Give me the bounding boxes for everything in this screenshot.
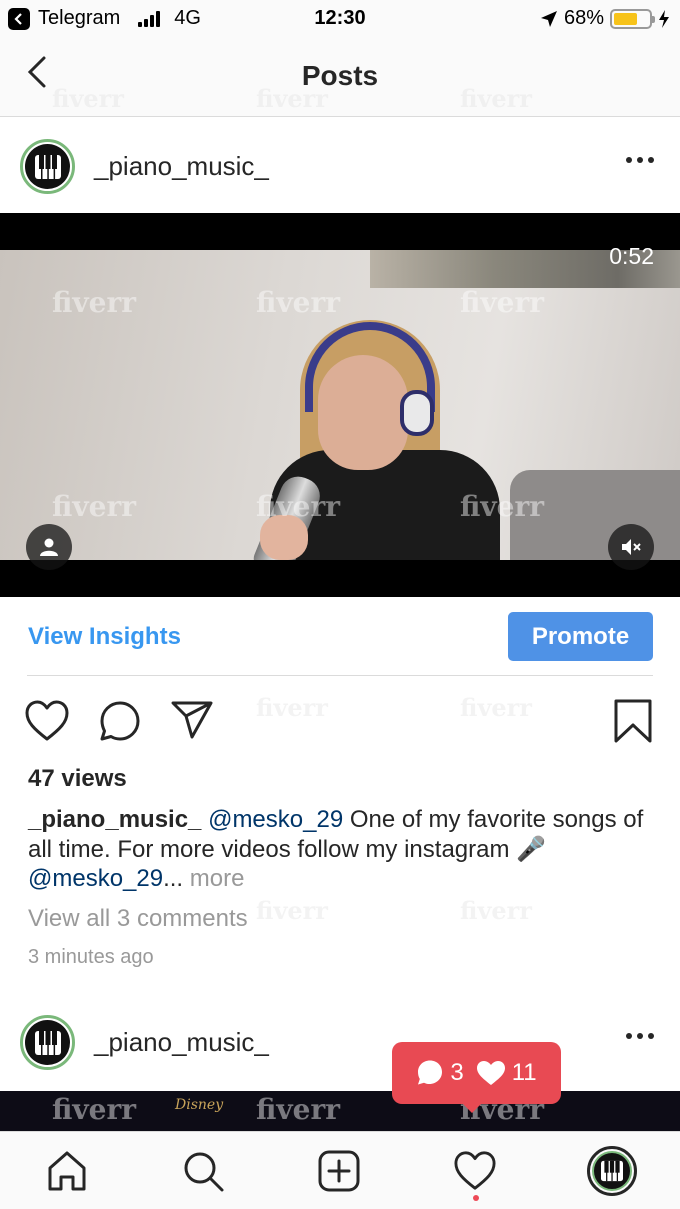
battery-fill <box>614 12 638 25</box>
notif-like-count: 11 <box>511 1059 537 1086</box>
watermark: fiverr <box>52 1093 136 1126</box>
activity-notification[interactable]: 3 11 <box>392 1042 561 1113</box>
post-timestamp: 3 minutes ago <box>28 946 154 968</box>
watermark: fiverr <box>256 896 328 925</box>
new-post-icon[interactable] <box>316 1148 362 1194</box>
profile-avatar-icon[interactable] <box>587 1146 637 1196</box>
heart-icon[interactable] <box>24 699 70 743</box>
watermark: fiverr <box>460 896 532 925</box>
watermark: fiverr <box>256 1093 340 1126</box>
watermark: fiverr <box>52 490 136 523</box>
comment-icon <box>418 1060 443 1085</box>
caption-ellipsis: ... <box>163 865 184 892</box>
comment-icon[interactable] <box>98 700 142 744</box>
more-dots-icon[interactable] <box>626 1033 654 1039</box>
status-right: 68% <box>540 7 670 30</box>
notif-likes: 11 <box>476 1059 537 1087</box>
view-count: 47 views <box>28 765 127 792</box>
post-username[interactable]: _piano_music_ <box>94 151 269 182</box>
activity-heart-icon[interactable] <box>452 1148 498 1194</box>
post-header: _piano_music_ <box>0 993 680 1091</box>
search-icon[interactable] <box>180 1148 226 1194</box>
video-frame: fiverr fiverr fiverr fiverr fiverr fiver… <box>0 250 680 560</box>
notif-comments: 3 <box>416 1059 464 1087</box>
divider <box>27 675 653 676</box>
promote-button[interactable]: Promote <box>508 612 653 661</box>
home-icon[interactable] <box>44 1148 90 1194</box>
disney-logo: Disney <box>175 1097 224 1113</box>
post-video[interactable]: fiverr fiverr fiverr fiverr fiverr fiver… <box>0 213 680 597</box>
view-insights-link[interactable]: View Insights <box>28 623 181 651</box>
location-arrow-icon <box>540 10 557 27</box>
post-caption: _piano_music_ @mesko_29 One of my favori… <box>28 805 658 894</box>
status-bar: Telegram 4G 12:30 68% <box>0 0 680 40</box>
caption-mention[interactable]: @mesko_29 <box>208 806 343 833</box>
post-video[interactable]: Disney fiverr fiverr fiverr <box>0 1091 680 1131</box>
paper-plane-icon[interactable] <box>170 700 214 740</box>
nav-header: Posts fiverr fiverr fiverr <box>0 40 680 117</box>
charging-bolt-icon <box>659 9 669 28</box>
watermark: fiverr <box>460 286 544 319</box>
view-all-comments-link[interactable]: View all 3 comments <box>28 905 248 933</box>
hand <box>260 515 308 560</box>
bookmark-icon[interactable] <box>613 698 653 744</box>
activity-dot <box>473 1195 479 1201</box>
caption-mention[interactable]: @mesko_29 <box>28 865 163 892</box>
heart-icon <box>476 1061 505 1085</box>
watermark: fiverr <box>256 286 340 319</box>
headphone-cup <box>400 390 434 436</box>
caption-more-link[interactable]: more <box>183 865 245 892</box>
person-icon[interactable] <box>26 524 72 570</box>
piano-keys-icon <box>25 144 70 189</box>
post-username[interactable]: _piano_music_ <box>94 1027 269 1058</box>
watermark: fiverr <box>52 286 136 319</box>
watermark: fiverr <box>460 693 532 722</box>
page-title: Posts <box>301 60 379 91</box>
watermark: fiverr <box>256 693 328 722</box>
video-duration: 0:52 <box>609 243 654 269</box>
avatar[interactable] <box>20 139 75 194</box>
caption-username[interactable]: _piano_music_ <box>28 806 201 833</box>
more-dots-icon[interactable] <box>626 157 654 163</box>
battery-icon <box>610 8 655 29</box>
post-header: _piano_music_ <box>0 117 680 215</box>
notif-comment-count: 3 <box>450 1059 464 1086</box>
sofa <box>510 470 680 560</box>
piano-keys-icon <box>592 1151 632 1191</box>
insights-row: View Insights Promote <box>0 597 680 677</box>
tab-bar <box>0 1131 680 1209</box>
battery-percent: 68% <box>563 7 604 29</box>
avatar[interactable] <box>20 1015 75 1070</box>
piano-keys-icon <box>25 1020 70 1065</box>
speaker-muted-icon[interactable] <box>608 524 654 570</box>
action-row: fiverr fiverr <box>0 693 680 750</box>
